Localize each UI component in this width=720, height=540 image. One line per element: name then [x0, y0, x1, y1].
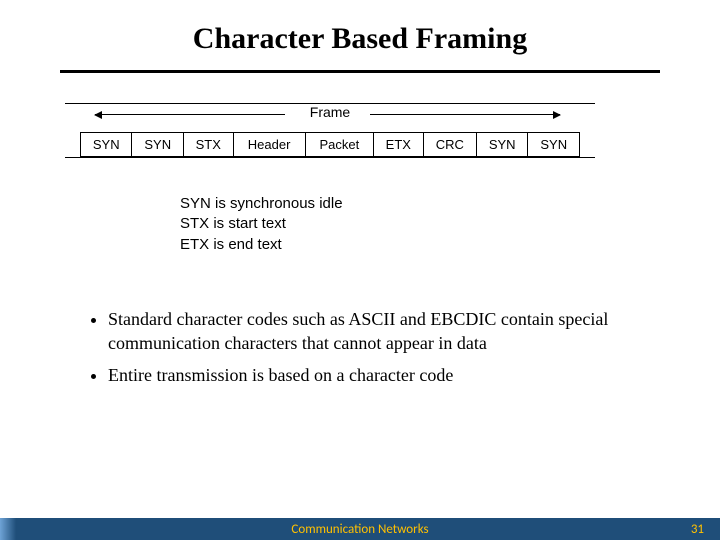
- frame-label: Frame: [310, 104, 350, 120]
- frame-diagram: Frame SYN SYN STX Header Packet ETX CRC …: [80, 103, 580, 158]
- cell-stx: STX: [183, 133, 233, 157]
- bullet-list: Standard character codes such as ASCII a…: [90, 307, 650, 388]
- cell-syn: SYN: [528, 133, 580, 157]
- footer-bar: Communication Networks 31: [0, 518, 720, 540]
- list-item: Entire transmission is based on a charac…: [108, 363, 650, 387]
- list-item: Standard character codes such as ASCII a…: [108, 307, 650, 356]
- cell-header: Header: [233, 133, 305, 157]
- footer-gradient: [0, 518, 16, 540]
- cell-packet: Packet: [305, 133, 373, 157]
- footer-title: Communication Networks: [291, 522, 428, 537]
- cell-crc: CRC: [423, 133, 476, 157]
- cell-syn: SYN: [476, 133, 527, 157]
- frame-label-row: Frame: [80, 104, 580, 128]
- legend-stx: STX is start text: [180, 214, 720, 234]
- slide: Character Based Framing Frame SYN SYN ST…: [0, 0, 720, 540]
- cell-etx: ETX: [374, 133, 424, 157]
- legend-syn: SYN is synchronous idle: [180, 194, 720, 214]
- title-underline: [60, 70, 660, 73]
- legend: SYN is synchronous idle STX is start tex…: [180, 194, 720, 255]
- arrow-right-icon: [370, 114, 560, 115]
- diagram-bottom-line: [65, 157, 595, 158]
- frame-table: SYN SYN STX Header Packet ETX CRC SYN SY…: [80, 132, 580, 157]
- cell-syn: SYN: [81, 133, 132, 157]
- slide-title: Character Based Framing: [0, 0, 720, 56]
- arrow-left-icon: [95, 114, 285, 115]
- legend-etx: ETX is end text: [180, 235, 720, 255]
- page-number: 31: [691, 522, 704, 537]
- cell-syn: SYN: [132, 133, 183, 157]
